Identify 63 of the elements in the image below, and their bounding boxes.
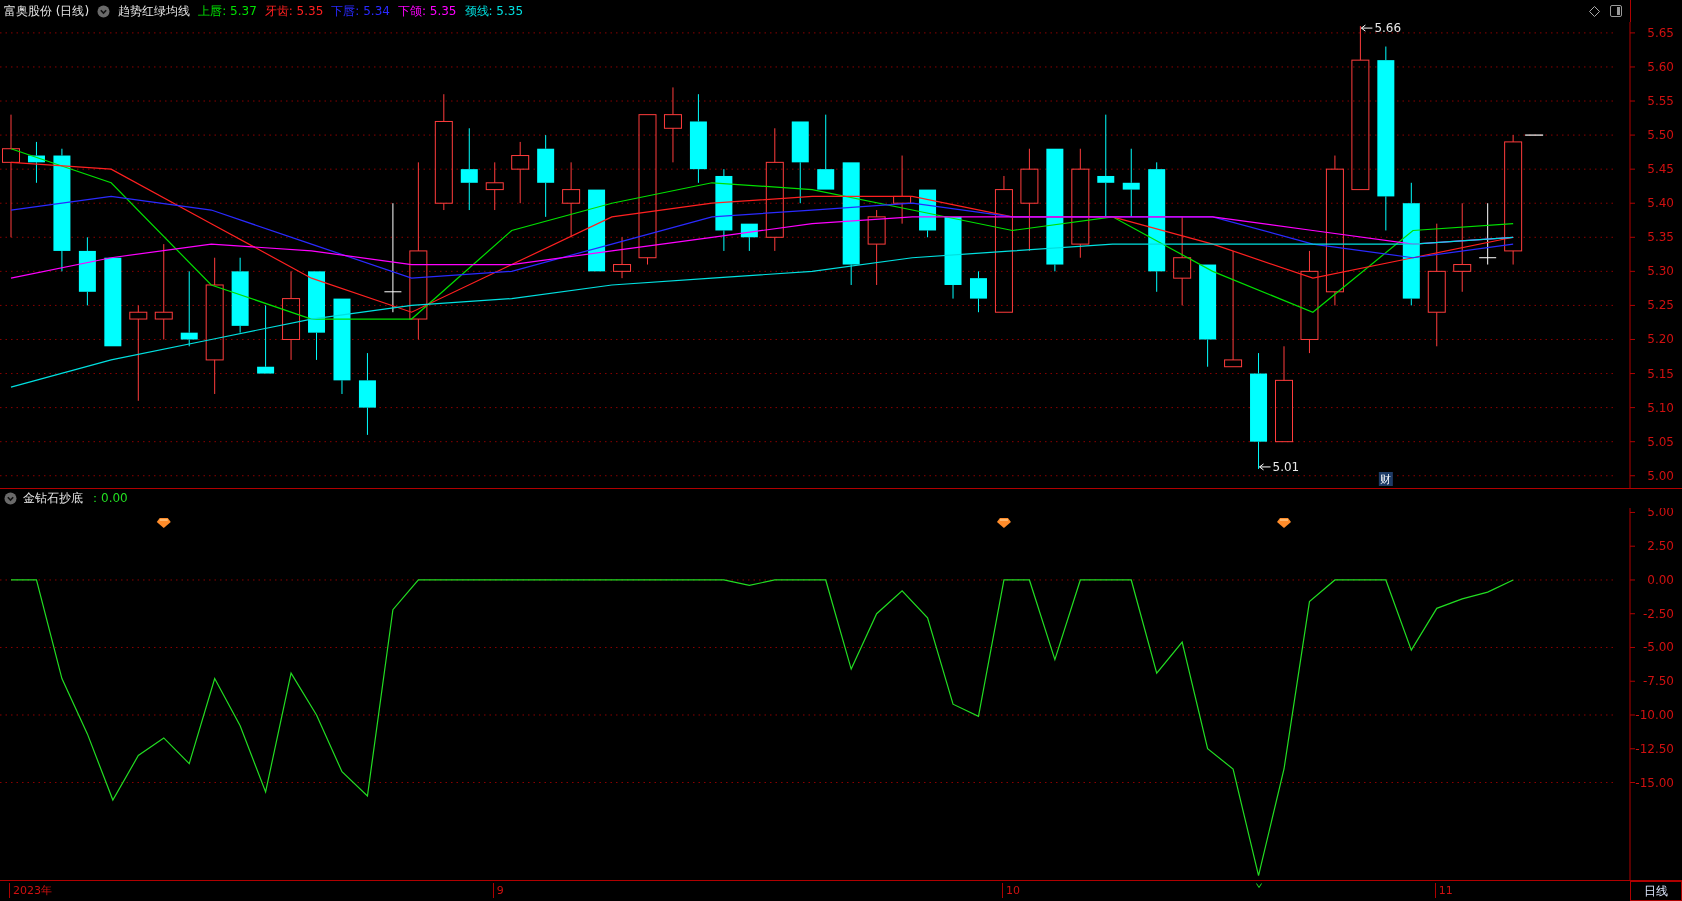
up-candle — [893, 155, 912, 225]
price-axis-label: 5.30 — [1647, 264, 1674, 279]
down-candle — [27, 141, 45, 184]
down-candle — [970, 270, 987, 313]
marker-icon — [1255, 883, 1262, 888]
oscillator-axis-label: 0.00 — [1647, 572, 1674, 587]
diamond-outline-icon[interactable] — [1589, 5, 1600, 17]
price-axis-label: 5.15 — [1647, 366, 1674, 381]
chevron-icon[interactable] — [97, 4, 111, 18]
price-axis-label: 5.25 — [1647, 298, 1674, 313]
price-axis-label: 5.10 — [1647, 400, 1674, 415]
oscillator-axis-label: -5.00 — [1642, 640, 1674, 655]
month-label: 9 — [492, 883, 504, 898]
chevron-icon[interactable] — [4, 492, 17, 505]
price-extreme-label: 5.01 — [1272, 459, 1300, 474]
down-candle — [1122, 148, 1140, 218]
price-axis-label: 5.20 — [1647, 332, 1674, 347]
leader-arrow-icon — [1259, 463, 1272, 471]
price-axis-label: 5.00 — [1647, 468, 1674, 483]
oscillator-name: 金钻石抄底 — [23, 490, 83, 507]
indicator-name: 趋势红绿均线 — [118, 2, 191, 20]
month-label: 10 — [1001, 883, 1020, 898]
price-marker — [1524, 134, 1544, 136]
down-candle — [78, 236, 96, 306]
price-axis-label: 5.55 — [1647, 94, 1674, 109]
month-label: 11 — [1434, 883, 1453, 898]
oscillator-axis-label: 2.50 — [1647, 539, 1674, 554]
up-candle — [485, 161, 504, 211]
indicator-legend: 上唇: 5.37 — [198, 2, 257, 20]
oscillator-axis-label: -15.00 — [1635, 775, 1674, 790]
indicator-legend: 牙齿: 5.35 — [264, 2, 324, 20]
price-axis-label: 5.35 — [1647, 230, 1674, 245]
up-candle — [613, 236, 632, 279]
month-label: 2023年 — [9, 883, 52, 898]
oscillator-axis-label: -2.50 — [1642, 606, 1674, 621]
oscillator-axis-label: -7.50 — [1642, 674, 1674, 689]
period-label[interactable]: 日线 — [1630, 881, 1682, 901]
price-axis-label: 5.50 — [1647, 128, 1674, 143]
panel-toggle-icon[interactable] — [1610, 5, 1622, 17]
down-candle — [740, 223, 758, 252]
doji-candle — [1478, 202, 1497, 266]
finance-tag[interactable]: 财 — [1378, 472, 1393, 486]
oscillator-axis-label: -12.50 — [1635, 741, 1674, 756]
leader-arrow-icon — [1360, 24, 1373, 32]
oscillator-reading: ：0.00 — [89, 490, 128, 507]
down-candle — [257, 304, 275, 375]
price-axis-label: 5.60 — [1647, 59, 1674, 74]
oscillator-axis-label: -10.00 — [1635, 708, 1674, 722]
diamond-icon — [996, 518, 1011, 528]
stock-title: 富奥股份 (日线) — [4, 2, 90, 20]
price-axis-label: 5.45 — [1647, 162, 1674, 177]
indicator-legend: 下颌: 5.35 — [397, 2, 457, 20]
diamond-icon — [156, 518, 171, 528]
price-axis-label: 5.65 — [1647, 25, 1674, 40]
down-candle — [919, 189, 937, 238]
price-axis-label: 5.40 — [1647, 196, 1674, 211]
oscillator-axis-label: 5.00 — [1647, 508, 1674, 520]
diamond-icon — [1277, 518, 1291, 528]
indicator-legend: 下唇: 5.34 — [331, 2, 390, 20]
up-candle — [511, 141, 530, 204]
indicator-legend: 颈线: 5.35 — [464, 2, 524, 20]
price-extreme-label: 5.66 — [1374, 22, 1402, 36]
price-axis-label: 5.05 — [1647, 434, 1674, 449]
